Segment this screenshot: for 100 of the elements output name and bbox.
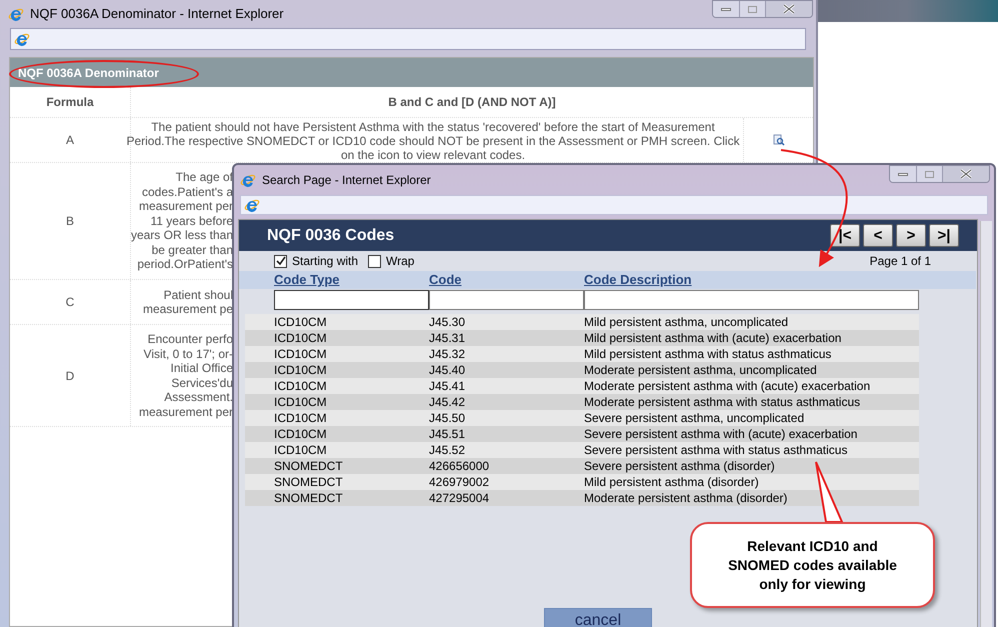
pager-button[interactable]: |< [830,224,860,247]
description-line: measurement per [138,199,233,214]
pager-button[interactable]: >| [929,224,959,247]
browser-icon [240,172,256,188]
code-row[interactable]: ICD10CM J45.52 Severe persistent asthma with status asthmaticus [245,442,919,458]
description-line: period.OrPatient's [137,257,233,272]
browser-icon [14,31,30,47]
close-button[interactable] [766,1,812,17]
code-type-cell-text: ICD10CM [274,426,328,443]
page-info: Page 1 of 1 [870,253,931,270]
code-cell-text: 426979002 [429,474,490,491]
code-type-cell-text: SNOMEDCT [274,490,344,507]
code-row[interactable]: ICD10CM J45.30 Mild persistent asthma, uncomplicated [245,314,919,330]
description-line: 11 years before [150,214,233,228]
description-cell-text: Severe persistent asthma (disorder) [584,458,775,475]
formula-cell: D [10,325,131,426]
code-cell-text: J45.50 [429,410,466,427]
description-cell-text: Severe persistent asthma with (acute) exacerbation [584,426,858,443]
code-row[interactable]: ICD10CM J45.41 Moderate persistent asthma with (acute) exacerbation [245,378,919,394]
description-line: Services'du [171,376,233,390]
description-cell-text: Severe persistent asthma with status asthmaticus [584,442,848,459]
description-cell-text: Moderate persistent asthma with (acute) exacerbation [584,378,870,395]
filter-field[interactable] [584,290,919,310]
description-line: measurement per [138,404,233,419]
code-row[interactable]: ICD10CM J45.32 Mild persistent asthma with status asthmaticus [245,346,919,362]
checkbox[interactable] [274,254,287,268]
description-cell-text: Moderate persistent asthma with status asthmaticus [584,394,860,411]
option-label: Starting with [292,253,358,270]
window-title: Search Page - Internet Explorer [262,172,431,189]
window-title: NQF 0036A Denominator - Internet Explorer [30,5,284,24]
code-type-cell-text: ICD10CM [274,362,328,379]
panel-title: NQF 0036A Denominator [18,64,159,82]
description-cell-text: Mild persistent asthma (disorder) [584,474,759,491]
code-cell-text: J45.51 [429,426,466,443]
code-type-cell-text: ICD10CM [274,442,328,459]
code-cell-text: J45.52 [429,442,466,459]
callout-text: Relevant ICD10 and SNOMED codes available only for viewing [727,536,898,594]
description-line: Assessment. [164,390,233,404]
code-row[interactable]: SNOMEDCT 427295004 Moderate persistent asthma (disorder) [245,490,919,506]
code-type-cell-text: SNOMEDCT [274,458,344,475]
description-cell-text: Moderate persistent asthma, uncomplicated [584,362,817,379]
code-cell-text: J45.42 [429,394,466,411]
code-row[interactable]: ICD10CM J45.50 Severe persistent asthma, uncomplicated [245,410,919,426]
code-cell-text: J45.30 [429,314,466,331]
magnifier-icon[interactable] [772,134,784,146]
close-icon [783,4,795,14]
description-line: be greater than [152,242,233,258]
description-line: measurement pe [142,302,233,316]
description-line: The patient should not have Persistent Asthma with the status 'recovered' before the start of Measurement [151,120,715,134]
code-row[interactable]: SNOMEDCT 426979002 Mild persistent asthma (disorder) [245,474,919,490]
description-line: on the icon to view relevant codes. [340,148,526,162]
description-line: Encounter perfo [148,332,233,346]
code-cell-text: J45.32 [429,346,466,363]
column-sort-link[interactable]: Code Description [584,272,692,288]
code-type-cell-text: ICD10CM [274,314,328,331]
code-type-cell-text: SNOMEDCT [274,474,344,491]
code-type-cell-text: ICD10CM [274,394,328,411]
browser-icon [244,197,260,213]
description-cell-text: Severe persistent asthma, uncomplicated [584,410,804,427]
description-line: codes.Patient's a [142,184,233,200]
option-label: Wrap [386,253,414,270]
column-header: Formula [10,87,131,117]
code-cell-text: J45.40 [429,362,466,379]
description-cell-text: Mild persistent asthma with (acute) exacerbation [584,330,842,347]
formula-cell: C [10,280,131,324]
minimize-button[interactable] [890,166,917,182]
description-cell-text: Mild persistent asthma, uncomplicated [584,314,788,331]
formula-cell: B [10,163,131,279]
code-cell-text: J45.41 [429,378,466,395]
description-line: Patient shoul [164,288,233,302]
description-line: Period.The respective SNOMEDCT or ICD10 code should NOT be present in the Assessment or PMH screen. Click [126,134,740,148]
description-line: Initial Office [170,361,233,376]
column-header: B and C and [D (AND NOT A)] [387,94,557,111]
code-type-cell-text: ICD10CM [274,346,328,363]
browser-icon [8,6,24,22]
checkbox[interactable] [368,254,382,268]
code-row[interactable]: ICD10CM J45.42 Moderate persistent asthma with status asthmaticus [245,394,919,410]
pager-button[interactable]: < [863,224,893,247]
cancel-button[interactable]: cancel [544,608,652,627]
minimize-button[interactable] [713,1,740,17]
description-cell-text: Mild persistent asthma with status asthmaticus [584,346,832,363]
filter-field[interactable] [274,290,429,310]
code-row[interactable]: SNOMEDCT 426656000 Severe persistent asthma (disorder) [245,458,919,474]
code-type-cell-text: ICD10CM [274,410,328,427]
column-sort-link[interactable]: Code Type [274,272,340,288]
check-icon [276,256,286,266]
close-button[interactable] [943,166,989,182]
code-type-cell-text: ICD10CM [274,330,328,347]
code-cell-text: 427295004 [429,490,490,507]
filter-field[interactable] [429,290,584,310]
description-line: years OR less than [130,228,233,243]
description-cell-text: Moderate persistent asthma (disorder) [584,490,788,507]
column-sort-link[interactable]: Code [429,272,462,288]
code-row[interactable]: ICD10CM J45.40 Moderate persistent asthma, uncomplicated [245,362,919,378]
code-row[interactable]: ICD10CM J45.31 Mild persistent asthma with (acute) exacerbation [245,330,919,346]
code-type-cell-text: ICD10CM [274,378,328,395]
pager-button[interactable]: > [896,224,926,247]
code-cell-text: 426656000 [429,458,490,475]
code-row[interactable]: ICD10CM J45.51 Severe persistent asthma with (acute) exacerbation [245,426,919,442]
codes-title: NQF 0036 Codes [267,226,394,246]
